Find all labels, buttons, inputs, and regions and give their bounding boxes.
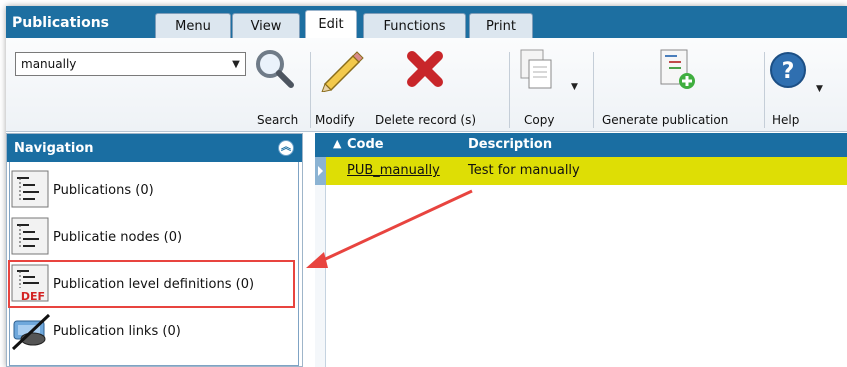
ribbon-separator — [509, 52, 510, 128]
help-icon[interactable]: ? — [768, 50, 808, 90]
row-gutter — [315, 157, 326, 367]
nav-item-publication-links[interactable]: Publication links (0) — [9, 308, 294, 354]
svg-text:?: ? — [782, 59, 795, 84]
tab-edit-label: Edit — [318, 17, 344, 32]
sort-ascending-icon: ▲ — [333, 137, 342, 150]
copy-icon[interactable] — [517, 48, 557, 92]
nav-item-label: Publication links (0) — [53, 323, 181, 339]
code-cell-link[interactable]: PUB_manually — [347, 163, 440, 178]
tab-functions-label: Functions — [383, 18, 446, 34]
navigation-title: Navigation — [14, 140, 94, 156]
delete-x-icon[interactable] — [404, 48, 446, 90]
search-combo-value: manually — [21, 57, 77, 71]
tree-icon — [11, 170, 51, 210]
chevron-down-icon[interactable]: ▼ — [227, 53, 245, 75]
navigation-panel: Navigation ︽ Publications (0) Publicatie… — [6, 133, 303, 367]
link-icon — [11, 311, 51, 351]
results-grid: ▲ Code Description PUB_manually Test for… — [315, 133, 847, 367]
table-row[interactable]: PUB_manually Test for manually — [315, 157, 847, 185]
row-pointer-icon — [315, 157, 326, 185]
ribbon-separator — [593, 52, 594, 128]
description-cell: Test for manually — [468, 163, 580, 178]
tab-functions[interactable]: Functions — [363, 13, 466, 38]
generate-publication-icon[interactable] — [657, 48, 697, 92]
tree-icon — [11, 217, 51, 257]
nav-item-publication-level-definitions[interactable]: DEF Publication level definitions (0) — [8, 260, 295, 308]
tab-print[interactable]: Print — [469, 13, 533, 38]
tab-view-label: View — [250, 18, 282, 34]
help-button[interactable]: Help — [772, 113, 799, 127]
ribbon-separator — [310, 52, 311, 128]
delete-record-button[interactable]: Delete record (s) — [375, 113, 476, 127]
tab-menu[interactable]: Menu — [155, 13, 231, 38]
ribbon-separator — [764, 52, 765, 128]
pencil-icon[interactable] — [317, 46, 365, 93]
navigation-header: Navigation ︽ — [7, 134, 302, 162]
tab-view[interactable]: View — [232, 13, 300, 38]
collapse-up-icon[interactable]: ︽ — [278, 140, 294, 156]
svg-text:DEF: DEF — [21, 290, 45, 303]
nav-item-label: Publication level definitions (0) — [53, 276, 255, 292]
help-dropdown-chevron-icon[interactable]: ▼ — [816, 84, 823, 94]
search-combo[interactable]: manually ▼ — [15, 52, 246, 76]
application-window: Publications Menu View Edit Functions Pr… — [6, 6, 847, 367]
modify-button[interactable]: Modify — [315, 113, 355, 127]
tree-def-icon: DEF — [11, 264, 51, 304]
copy-dropdown-chevron-icon[interactable]: ▼ — [571, 82, 578, 92]
generate-publication-button[interactable]: Generate publication — [602, 113, 728, 127]
grid-header: ▲ Code Description — [315, 133, 847, 157]
tab-bar: Publications Menu View Edit Functions Pr… — [6, 6, 847, 38]
search-button[interactable]: Search — [257, 113, 298, 127]
column-header-description[interactable]: Description — [468, 137, 552, 152]
tab-print-label: Print — [486, 18, 516, 34]
nav-item-publicatie-nodes[interactable]: Publicatie nodes (0) — [9, 214, 294, 260]
copy-button[interactable]: Copy — [524, 113, 554, 127]
nav-item-label: Publications (0) — [53, 182, 154, 198]
search-icon[interactable] — [251, 46, 297, 92]
tab-edit[interactable]: Edit — [305, 10, 357, 38]
tab-menu-label: Menu — [175, 18, 211, 34]
app-title: Publications — [12, 15, 110, 31]
nav-item-publications[interactable]: Publications (0) — [9, 167, 294, 213]
ribbon-toolbar: manually ▼ Search Modify Delete record (… — [6, 38, 847, 132]
nav-item-label: Publicatie nodes (0) — [53, 229, 183, 245]
column-header-code[interactable]: Code — [347, 137, 384, 152]
